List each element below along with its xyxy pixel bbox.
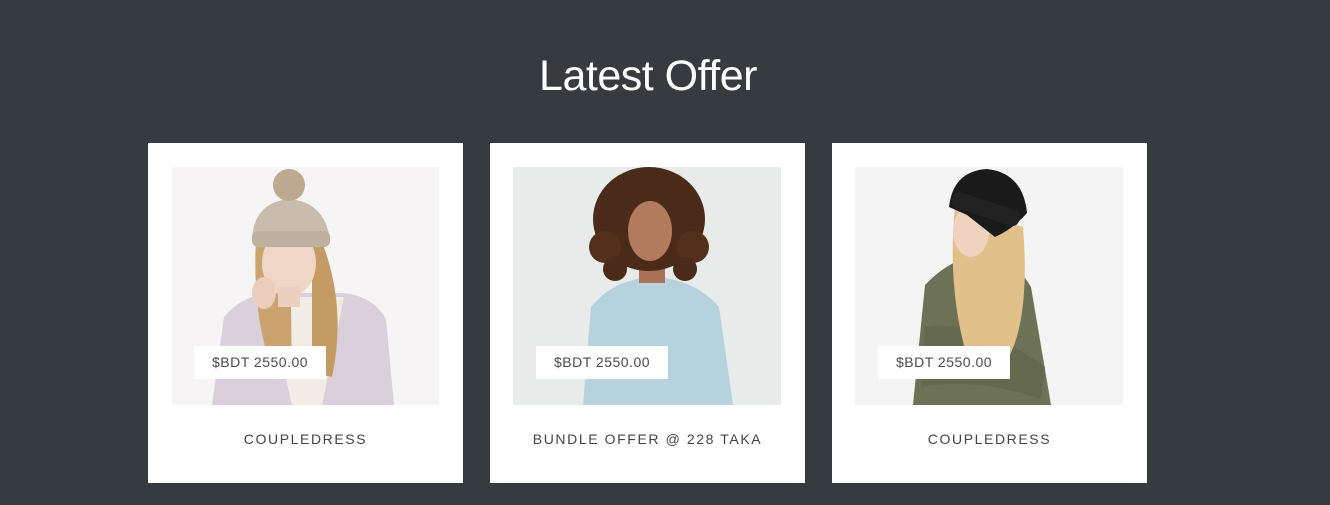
product-card[interactable]: $BDT 2550.00 COUPLEDRESS [832, 143, 1147, 483]
product-name-link[interactable]: COUPLEDRESS [832, 431, 1147, 447]
price-tag: $BDT 2550.00 [194, 346, 327, 379]
price-tag: $BDT 2550.00 [878, 346, 1011, 379]
product-name-link[interactable]: BUNDLE OFFER @ 228 TAKA [490, 431, 805, 447]
section-title: Latest Offer [539, 52, 757, 100]
price-tag: $BDT 2550.00 [536, 346, 669, 379]
product-card-list: $BDT 2550.00 COUPLEDRESS $BDT 2550.00 BU… [148, 143, 1147, 483]
product-name-link[interactable]: COUPLEDRESS [148, 431, 463, 447]
product-card[interactable]: $BDT 2550.00 BUNDLE OFFER @ 228 TAKA [490, 143, 805, 483]
latest-offer-section: Latest Offer $BDT 2550.00 COUPLEDRESS $B… [0, 0, 1330, 505]
product-card[interactable]: $BDT 2550.00 COUPLEDRESS [148, 143, 463, 483]
